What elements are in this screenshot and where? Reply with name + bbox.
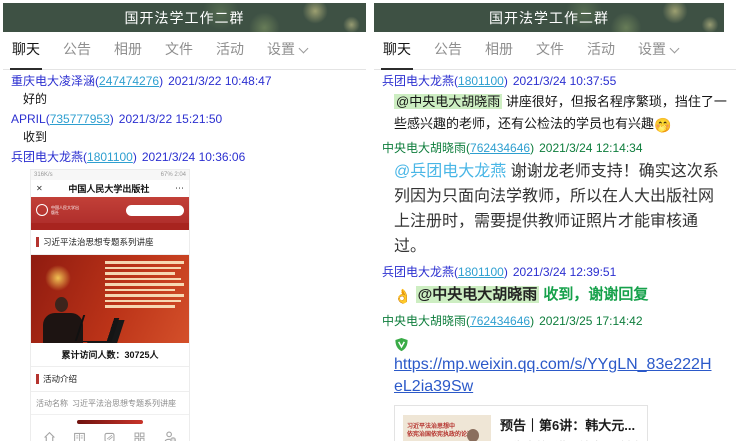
- sender-name: 兵团电大龙燕: [11, 150, 83, 164]
- message-time: 2021/3/24 10:36:06: [142, 150, 245, 164]
- sender-name: 重庆电大凌泽涵: [11, 74, 95, 88]
- tab-files[interactable]: 文件: [165, 39, 193, 69]
- shared-image-phone-screenshot[interactable]: 316K/s 67% 2:04 ✕ 中国人民大学出版社 ⋯ 中国人民大学出版社 …: [30, 169, 190, 441]
- titter-emoji: 🤭: [654, 117, 671, 133]
- article-card-title: 预告｜第6讲：韩大元...: [500, 415, 639, 434]
- chat-window-right: 国开法学工作二群 聊天 公告 相册 文件 活动 设置 兵团电大龙燕(180110…: [374, 3, 736, 441]
- article-card[interactable]: 习近平法治思想中 依宪治国依宪执政的论述 预告｜第6讲：韩大元... 预告｜第6…: [394, 405, 648, 441]
- phone-page-title: 中国人民大学出版社: [43, 182, 175, 195]
- tab-settings[interactable]: 设置: [638, 39, 678, 69]
- tab-files[interactable]: 文件: [536, 39, 564, 69]
- press-banner: 中国人民大学出版社: [31, 197, 189, 223]
- lecture-poster-image: [31, 255, 189, 343]
- message-time: 2021/3/24 12:14:34: [539, 141, 642, 155]
- message-header: 中央电大胡晓雨(762434646)2021/3/25 17:14:42: [374, 312, 736, 330]
- message-header: 兵团电大龙燕(1801100)2021/3/24 12:39:51: [374, 263, 736, 281]
- red-bar-icon: [36, 374, 39, 384]
- tab-settings[interactable]: 设置: [267, 39, 307, 69]
- message-text: 👌 @中央电大胡晓雨 收到，谢谢回复: [374, 281, 736, 310]
- message-text: 收到: [3, 128, 366, 146]
- sender-uid-link[interactable]: 1801100: [458, 265, 504, 279]
- group-title: 国开法学工作二群: [489, 8, 609, 28]
- phone-status-bar: 316K/s 67% 2:04: [31, 170, 189, 180]
- apps-grid-icon: [133, 431, 146, 441]
- tab-bar: 聊天 公告 相册 文件 活动 设置: [3, 32, 366, 70]
- message-header: 兵团电大龙燕(1801100)2021/3/24 10:37:55: [374, 72, 736, 90]
- phone-app-bar: ✕ 中国人民大学出版社 ⋯: [31, 180, 189, 197]
- message-text: 好的: [3, 90, 366, 108]
- tab-chat[interactable]: 聊天: [12, 39, 40, 69]
- chat-window-left: 国开法学工作二群 聊天 公告 相册 文件 活动 设置 重庆电大凌泽涵(24747…: [3, 3, 366, 441]
- sender-uid-link[interactable]: 247474276: [99, 74, 159, 88]
- sender-uid-link[interactable]: 1801100: [458, 74, 504, 88]
- sender-uid-link[interactable]: 1801100: [87, 150, 133, 164]
- press-logo-icon: [36, 204, 48, 216]
- mention-tag[interactable]: @中央电大胡晓雨: [416, 286, 540, 303]
- more-icon: ⋯: [175, 183, 184, 194]
- microphones: [75, 315, 115, 341]
- quote-text-lines: [105, 261, 184, 311]
- tab-activity[interactable]: 活动: [587, 39, 615, 69]
- message-header: 重庆电大凌泽涵(247474276)2021/3/22 10:48:47: [3, 72, 366, 90]
- message-header: 兵团电大龙燕(1801100)2021/3/24 10:36:06: [3, 148, 366, 166]
- tab-chat[interactable]: 聊天: [383, 39, 411, 69]
- tab-album[interactable]: 相册: [485, 39, 513, 69]
- message-time: 2021/3/22 10:48:47: [168, 74, 271, 88]
- news-icon: [73, 431, 86, 441]
- message-text: @兵团电大龙燕 谢谢龙老师支持！确实这次系列因为只面向法学教师，所以在人大出版社…: [374, 157, 736, 261]
- message-header: 中央电大胡晓雨(762434646)2021/3/24 12:14:34: [374, 139, 736, 157]
- dual-chat-screenshots: 国开法学工作二群 聊天 公告 相册 文件 活动 设置 重庆电大凌泽涵(24747…: [0, 0, 737, 441]
- tab-activity[interactable]: 活动: [216, 39, 244, 69]
- press-brand-text: 中国人民大学出版社: [51, 205, 81, 215]
- sender-name: APRIL: [11, 112, 46, 126]
- article-thumbnail: 习近平法治思想中 依宪治国依宪执政的论述: [403, 415, 491, 441]
- article-url-link[interactable]: https://mp.weixin.qq.com/s/YYgLN_83e222H…: [374, 354, 720, 398]
- close-icon: ✕: [36, 184, 43, 193]
- safe-link-shield-icon: [394, 337, 409, 352]
- sender-name: 中央电大胡晓雨: [382, 141, 466, 155]
- group-title-bar: 国开法学工作二群: [374, 3, 724, 32]
- visit-count: 累计访问人数：30725人: [31, 343, 189, 367]
- tab-bar: 聊天 公告 相册 文件 活动 设置: [374, 32, 736, 70]
- message-time: 2021/3/22 15:21:50: [119, 112, 222, 126]
- ok-hand-emoji: 👌: [394, 288, 411, 304]
- sender-uid-link[interactable]: 762434646: [470, 141, 530, 155]
- home-icon: [43, 431, 56, 441]
- message-time: 2021/3/24 10:37:55: [513, 74, 616, 88]
- banner-strip: [31, 223, 189, 230]
- search-pill: [126, 205, 184, 216]
- message-time: 2021/3/25 17:14:42: [539, 314, 642, 328]
- red-progress-bar: [77, 420, 143, 424]
- sender-name: 兵团电大龙燕: [382, 74, 454, 88]
- activity-intro-header: 活动介绍: [31, 367, 189, 392]
- tab-album[interactable]: 相册: [114, 39, 142, 69]
- sender-name: 兵团电大龙燕: [382, 265, 454, 279]
- sender-uid-link[interactable]: 735777953: [50, 112, 110, 126]
- group-title-bar: 国开法学工作二群: [3, 3, 366, 32]
- chevron-down-icon: [670, 44, 680, 54]
- profile-icon: [163, 430, 177, 441]
- sender-uid-link[interactable]: 762434646: [470, 314, 530, 328]
- star-glow: [45, 265, 71, 291]
- tab-announcement[interactable]: 公告: [434, 39, 462, 69]
- mention-tag[interactable]: @中央电大胡晓雨: [394, 94, 502, 109]
- chevron-down-icon: [299, 44, 309, 54]
- tab-announcement[interactable]: 公告: [63, 39, 91, 69]
- mention-tag[interactable]: @兵团电大龙燕: [394, 163, 506, 180]
- lecture-series-header: 习近平法治思想专题系列讲座: [31, 230, 189, 255]
- message-time: 2021/3/24 12:39:51: [513, 265, 616, 279]
- professor-silhouette: [458, 427, 488, 441]
- activity-name-row: 活动名称习近平法治思想专题系列讲座: [31, 392, 189, 415]
- phone-bottom-nav: [31, 427, 189, 441]
- message-header: APRIL(735777953)2021/3/22 15:21:50: [3, 110, 366, 128]
- activity-icon: [103, 431, 116, 441]
- message-text: @中央电大胡晓雨 讲座很好，但报名程序繁琐，挡住了一些感兴趣的老师，还有公检法的…: [374, 90, 736, 137]
- red-bar-icon: [36, 237, 39, 247]
- sender-name: 中央电大胡晓雨: [382, 314, 466, 328]
- group-title: 国开法学工作二群: [125, 8, 245, 28]
